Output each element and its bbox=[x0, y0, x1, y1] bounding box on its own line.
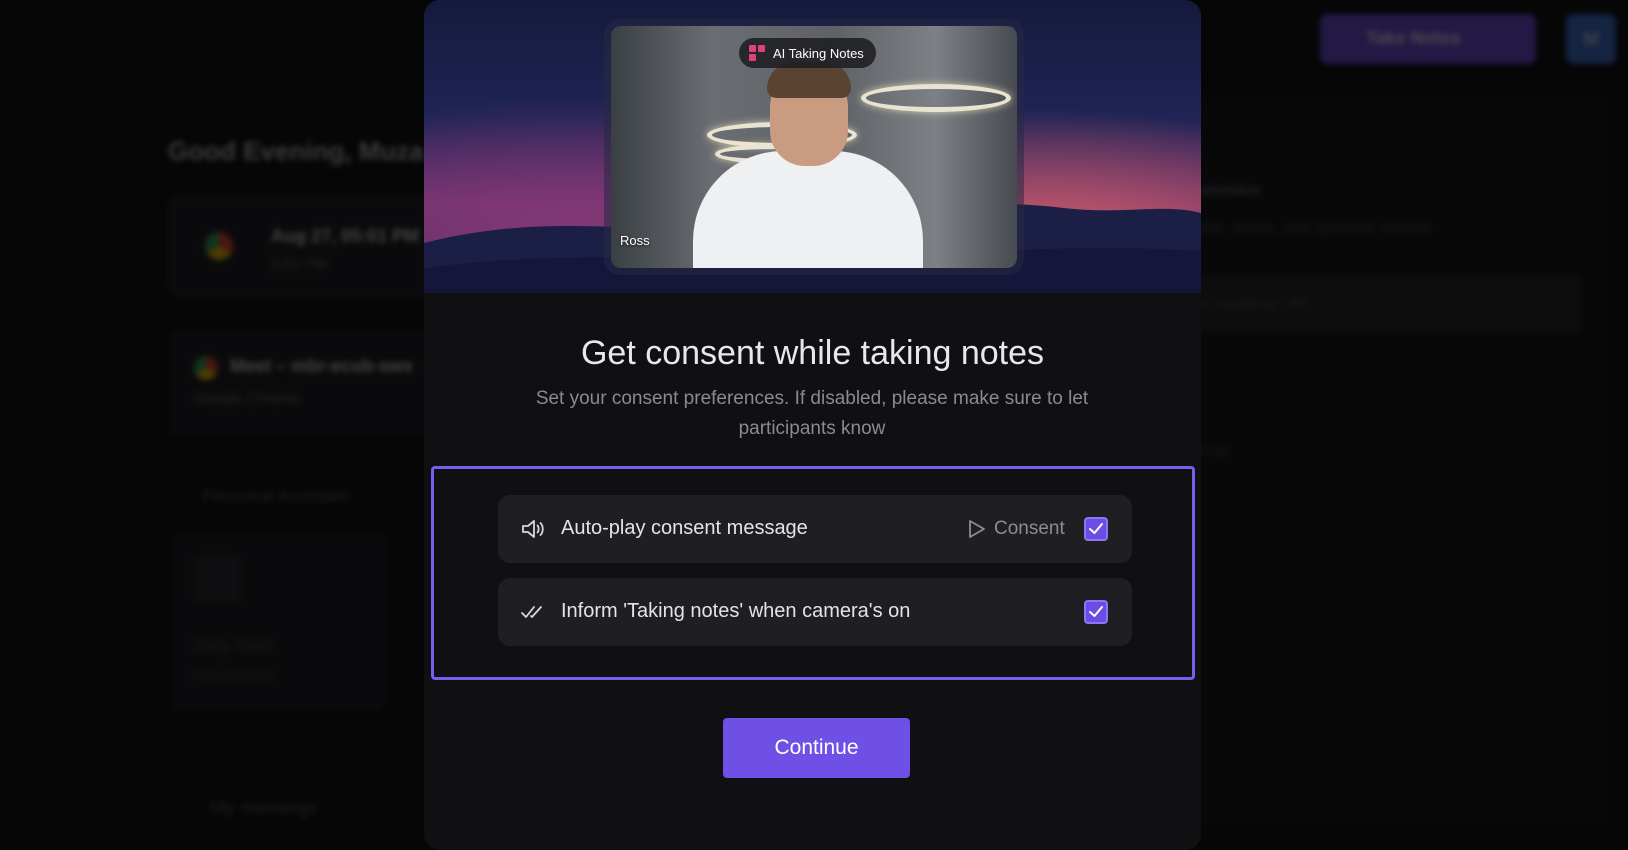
participant-video: AI Taking Notes Ross bbox=[611, 26, 1017, 268]
double-check-icon bbox=[521, 606, 542, 618]
modal-title: Get consent while taking notes bbox=[580, 334, 1045, 372]
inform-taking-notes-checkbox[interactable] bbox=[1084, 600, 1108, 624]
participant-name: Ross bbox=[620, 233, 650, 248]
modal-subtitle: Set your consent preferences. If disable… bbox=[535, 388, 1089, 439]
continue-button[interactable]: Continue bbox=[723, 718, 910, 778]
auto-play-consent-checkbox[interactable] bbox=[1084, 517, 1108, 541]
inform-taking-notes-label: Inform 'Taking notes' when camera's on bbox=[561, 600, 911, 622]
option-auto-play-consent[interactable]: Auto-play consent message Consent bbox=[498, 495, 1132, 563]
speaker-icon bbox=[522, 520, 544, 538]
play-icon bbox=[969, 520, 985, 538]
ai-badge-label: AI Taking Notes bbox=[773, 45, 864, 61]
play-consent-button[interactable]: Consent bbox=[968, 515, 1065, 543]
consent-button-label: Consent bbox=[994, 518, 1065, 539]
ai-taking-notes-badge: AI Taking Notes bbox=[739, 38, 876, 68]
ceiling-lamp bbox=[861, 84, 1011, 112]
check-icon bbox=[1089, 606, 1103, 617]
option-inform-taking-notes[interactable]: Inform 'Taking notes' when camera's on bbox=[498, 578, 1132, 646]
check-icon bbox=[1089, 523, 1103, 534]
auto-play-consent-label: Auto-play consent message bbox=[561, 517, 808, 539]
preview-hero: AI Taking Notes Ross bbox=[424, 0, 1201, 293]
consent-options-highlight: Auto-play consent message Consent Inform… bbox=[431, 466, 1195, 680]
person-body bbox=[693, 151, 923, 268]
consent-modal: AI Taking Notes Ross Get consent while t… bbox=[424, 0, 1201, 850]
app-logo-icon bbox=[749, 45, 765, 61]
video-preview-frame: AI Taking Notes Ross bbox=[604, 19, 1024, 275]
